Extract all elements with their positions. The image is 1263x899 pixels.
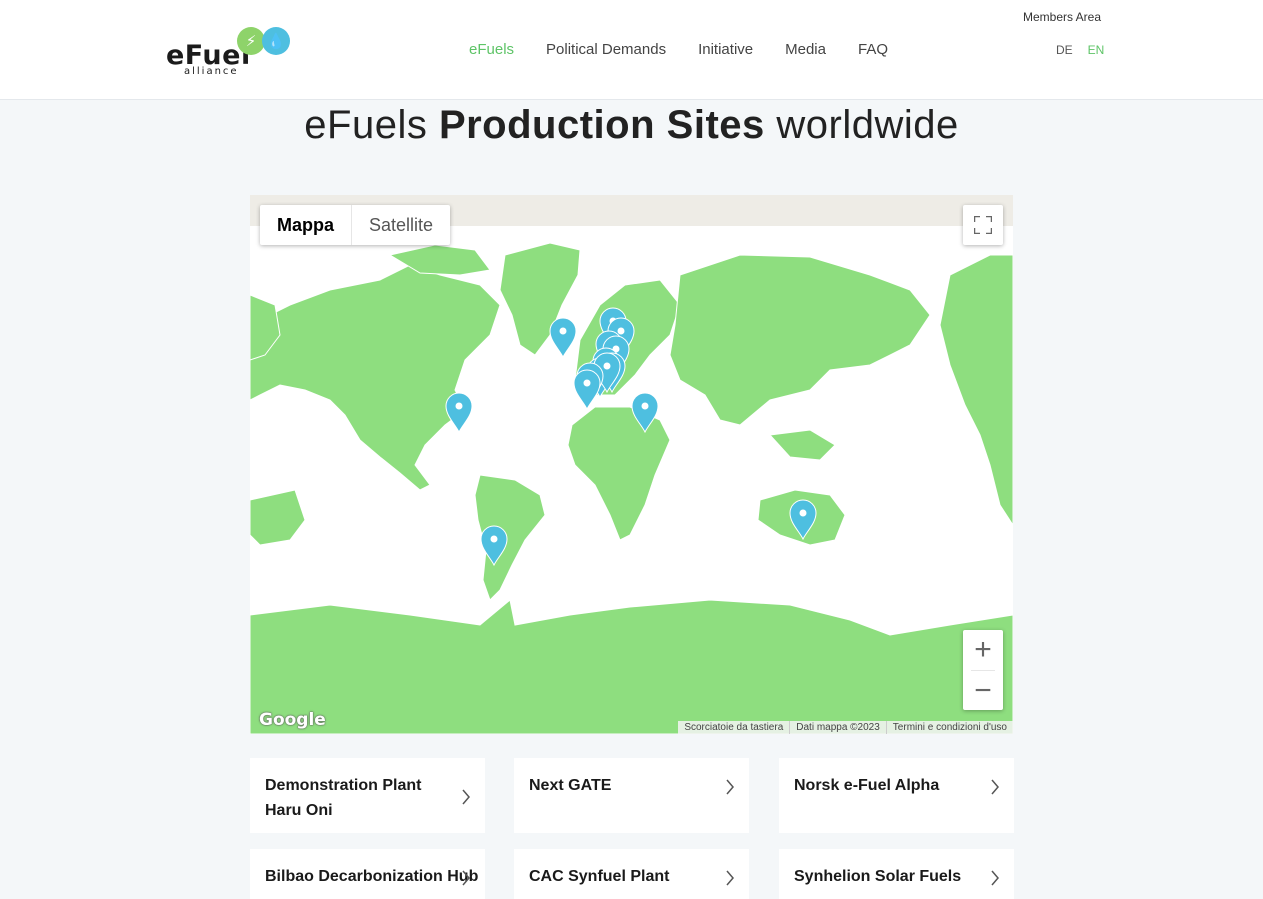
map-data-label: Dati mappa ©2023 bbox=[789, 721, 886, 734]
page-title: eFuels Production Sites worldwide bbox=[0, 103, 1263, 148]
site-card[interactable]: Bilbao Decarbonization Hub bbox=[250, 849, 485, 899]
site-card[interactable]: Next GATE bbox=[514, 758, 749, 833]
nav-faq[interactable]: FAQ bbox=[858, 41, 888, 58]
chevron-right-icon bbox=[462, 870, 470, 886]
map-pin-icon[interactable] bbox=[445, 392, 473, 434]
chevron-right-icon bbox=[462, 789, 470, 805]
title-bold: Production Sites bbox=[438, 103, 765, 147]
zoom-in-button[interactable]: + bbox=[963, 630, 1003, 670]
site-card-title: Next GATE bbox=[529, 777, 612, 794]
zoom-out-button[interactable]: − bbox=[963, 671, 1003, 711]
site-card[interactable]: Demonstration Plant Haru Oni bbox=[250, 758, 485, 833]
logo-subtitle: alliance bbox=[184, 66, 239, 77]
terms-link[interactable]: Termini e condizioni d'uso bbox=[885, 721, 1013, 734]
nav-efuels[interactable]: eFuels bbox=[469, 41, 514, 58]
site-card-title: Bilbao Decarbonization Hub bbox=[265, 868, 479, 885]
efuel-alliance-logo[interactable]: eFuel alliance ⚡ 💧 bbox=[166, 26, 296, 77]
chevron-right-icon bbox=[991, 870, 999, 886]
fullscreen-icon bbox=[974, 216, 992, 234]
nav-political-demands[interactable]: Political Demands bbox=[546, 41, 666, 58]
fullscreen-button[interactable] bbox=[963, 205, 1003, 245]
language-switcher: DE EN bbox=[1056, 43, 1119, 57]
map-pin-icon[interactable] bbox=[549, 317, 577, 359]
chevron-right-icon bbox=[726, 779, 734, 795]
lightning-icon: ⚡ bbox=[237, 27, 265, 55]
main-nav: eFuels Political Demands Initiative Medi… bbox=[469, 41, 920, 58]
map-type-control: Mappa Satellite bbox=[260, 205, 451, 245]
site-card[interactable]: Norsk e-Fuel Alpha bbox=[779, 758, 1014, 833]
site-header: eFuel alliance ⚡ 💧 eFuels Political Dema… bbox=[0, 0, 1263, 100]
nav-initiative[interactable]: Initiative bbox=[698, 41, 753, 58]
title-pre: eFuels bbox=[304, 103, 439, 147]
land-africa bbox=[567, 406, 671, 541]
land-australia-wrap bbox=[250, 489, 306, 546]
lang-en[interactable]: EN bbox=[1088, 43, 1105, 57]
land-southeast-asia bbox=[768, 429, 836, 461]
droplet-icon: 💧 bbox=[262, 27, 290, 55]
map-pin-icon[interactable] bbox=[573, 369, 601, 411]
land-antarctica bbox=[250, 599, 1013, 734]
lang-de[interactable]: DE bbox=[1056, 43, 1073, 57]
chevron-right-icon bbox=[991, 779, 999, 795]
site-card-title: Synhelion Solar Fuels bbox=[794, 868, 962, 885]
google-logo[interactable]: Google bbox=[259, 710, 326, 730]
site-card-title: CAC Synfuel Plant bbox=[529, 868, 670, 885]
land-asia bbox=[669, 254, 931, 426]
land-americas-wrap bbox=[939, 254, 1013, 526]
zoom-control: + − bbox=[963, 630, 1003, 710]
title-post: worldwide bbox=[764, 103, 959, 147]
map-type-map-button[interactable]: Mappa bbox=[260, 205, 353, 245]
land-north-america bbox=[250, 264, 501, 491]
map-canvas[interactable] bbox=[250, 195, 1013, 734]
keyboard-shortcuts-link[interactable]: Scorciatoie da tastiera bbox=[678, 721, 789, 734]
site-card[interactable]: CAC Synfuel Plant bbox=[514, 849, 749, 899]
chevron-right-icon bbox=[726, 870, 734, 886]
minus-icon: − bbox=[974, 674, 992, 707]
nav-media[interactable]: Media bbox=[785, 41, 826, 58]
map-attribution: Scorciatoie da tastiera Dati mappa ©2023… bbox=[678, 721, 1013, 734]
site-card[interactable]: Synhelion Solar Fuels bbox=[779, 849, 1014, 899]
world-map[interactable]: Mappa Satellite + − Google Scorciatoie d… bbox=[250, 195, 1013, 734]
site-card-title: Demonstration Plant Haru Oni bbox=[265, 777, 422, 819]
site-card-title: Norsk e-Fuel Alpha bbox=[794, 777, 940, 794]
plus-icon: + bbox=[974, 633, 992, 666]
members-area-link[interactable]: Members Area bbox=[1023, 10, 1101, 24]
map-type-satellite-button[interactable]: Satellite bbox=[352, 205, 450, 245]
